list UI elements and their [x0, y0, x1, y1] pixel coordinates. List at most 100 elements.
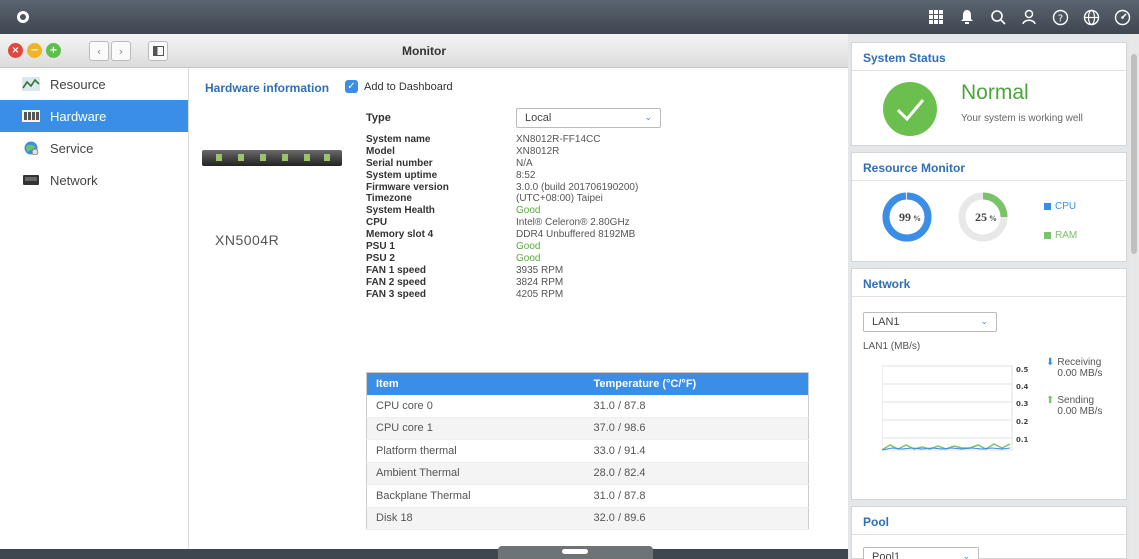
sending-value: 0.00 MB/s: [1057, 406, 1103, 417]
apps-icon[interactable]: [923, 4, 949, 30]
table-row[interactable]: CPU core 1 37.0 / 98.6: [366, 417, 809, 440]
info-value: (UTC+08:00) Taipei: [516, 193, 603, 205]
type-select[interactable]: Local ⌄: [516, 108, 661, 128]
table-cell-temperature: 31.0 / 87.8: [584, 484, 809, 508]
pool-select[interactable]: Pool1 ⌄: [863, 547, 979, 559]
search-icon[interactable]: [985, 4, 1011, 30]
monitor-window: × − + ‹ › Monitor Resource Hardware Serv…: [0, 34, 848, 559]
info-row: System Health Good: [366, 205, 661, 217]
help-icon[interactable]: ?: [1047, 4, 1073, 30]
cpu-legend-swatch: [1044, 203, 1051, 210]
status-message: Your system is working well: [961, 113, 1083, 124]
device-image: [202, 150, 342, 166]
table-row[interactable]: Platform thermal 33.0 / 91.4: [366, 439, 809, 463]
sidebar-item-label: Resource: [50, 76, 106, 92]
chevron-down-icon: ⌄: [962, 552, 970, 559]
arrow-up-icon: ⬆: [1046, 395, 1055, 406]
user-icon[interactable]: [1016, 4, 1042, 30]
info-value: XN8012R-FF14CC: [516, 134, 601, 145]
tick-label: 0.3: [1016, 400, 1029, 408]
app-logo[interactable]: [10, 4, 36, 30]
dashboard-icon[interactable]: [1109, 4, 1135, 30]
cpu-gauge-unit: %: [913, 214, 921, 223]
info-key: System uptime: [366, 169, 438, 181]
info-key: FAN 1 speed: [366, 264, 427, 276]
sidebar-item-label: Service: [50, 140, 94, 156]
sidebar-item-resource[interactable]: Resource: [0, 68, 188, 100]
info-key: Serial number: [366, 157, 433, 169]
system-status-card: System Status Normal Your system is work…: [851, 42, 1127, 146]
info-value: XN8012R: [516, 145, 560, 157]
info-row: Firmware version 3.0.0 (build 20170619020…: [366, 182, 661, 194]
hardware-panel: Hardware information ✓ Add to Dashboard …: [190, 68, 848, 559]
sending-legend: ⬆ Sending 0.00 MB/s: [1046, 395, 1102, 417]
info-key: System Health: [366, 205, 435, 217]
section-title: Hardware information: [205, 81, 330, 95]
dashboard-scrollbar[interactable]: [1129, 34, 1139, 559]
info-row: Memory slot 4 DDR4 Unbuffered 8192MB: [366, 229, 661, 241]
language-icon[interactable]: [1078, 4, 1104, 30]
info-key: Timezone: [366, 193, 412, 205]
sidebar-item-label: Hardware: [50, 108, 107, 124]
server-icon: [22, 110, 40, 122]
tick-label: 0.4: [1016, 383, 1029, 391]
card-title: Network: [852, 269, 1126, 297]
scrollbar-thumb[interactable]: [1131, 54, 1137, 254]
dock-handle[interactable]: [498, 546, 653, 559]
add-to-dashboard-checkbox[interactable]: ✓ Add to Dashboard: [345, 80, 453, 93]
info-key: Memory slot 4: [366, 229, 434, 241]
network-interface-select[interactable]: LAN1 ⌄: [863, 312, 997, 332]
sidebar: Resource Hardware Service Network: [0, 68, 189, 559]
arrow-down-icon: ⬇: [1046, 357, 1055, 368]
card-title: Pool: [852, 507, 1126, 535]
column-header-item[interactable]: Item: [366, 372, 585, 395]
notification-icon[interactable]: [954, 4, 980, 30]
chevron-down-icon: ⌄: [980, 317, 988, 327]
network-chart: 0.5 0.4 0.3 0.2 0.1: [882, 365, 1029, 451]
table-row[interactable]: CPU core 0 31.0 / 87.8: [366, 394, 809, 418]
chart-icon: [22, 77, 40, 91]
temperature-table: Item Temperature (°C/°F) CPU core 0 31.0 …: [366, 372, 809, 530]
receiving-label: Receiving: [1057, 357, 1102, 368]
info-row: PSU 2 Good: [366, 253, 661, 265]
table-row[interactable]: Ambient Thermal 28.0 / 82.4: [366, 462, 809, 485]
table-cell-temperature: 32.0 / 89.6: [584, 507, 809, 530]
info-key: Model: [366, 145, 395, 157]
info-value: 3824 RPM: [516, 276, 564, 288]
cpu-legend: CPU: [1044, 201, 1076, 212]
table-cell-item: CPU core 1: [366, 417, 585, 440]
info-key: FAN 3 speed: [366, 288, 427, 300]
chevron-down-icon: ⌄: [644, 113, 652, 123]
info-key: PSU 1: [366, 241, 395, 253]
table-cell-item: CPU core 0: [366, 394, 585, 418]
ram-gauge-value: 25: [975, 210, 987, 224]
table-row[interactable]: Backplane Thermal 31.0 / 87.8: [366, 484, 809, 508]
checkmark-icon: ✓: [345, 80, 358, 93]
pool-select-value: Pool1: [872, 551, 901, 559]
info-row: Timezone (UTC+08:00) Taipei: [366, 193, 661, 205]
table-row[interactable]: Disk 18 32.0 / 89.6: [366, 507, 809, 530]
sidebar-item-service[interactable]: Service: [0, 132, 188, 164]
info-row: System name XN8012R-FF14CC: [366, 134, 661, 146]
receiving-legend: ⬇ Receiving 0.00 MB/s: [1046, 357, 1102, 379]
info-value: Good: [516, 205, 541, 217]
table-header-row: Item Temperature (°C/°F): [366, 372, 809, 395]
resource-monitor-card: Resource Monitor 99 % 25 % CPU RAM: [851, 152, 1127, 262]
info-key: Firmware version: [366, 181, 449, 193]
svg-text:?: ?: [1057, 13, 1062, 24]
network-interface-value: LAN1: [872, 316, 900, 328]
sidebar-item-hardware[interactable]: Hardware: [0, 100, 188, 132]
ram-legend-label: RAM: [1055, 230, 1078, 241]
info-value: 3.0.0 (build 201706190200): [516, 181, 639, 193]
sidebar-item-network[interactable]: Network: [0, 164, 188, 196]
ram-gauge: 25 %: [958, 192, 1008, 242]
info-value: 3935 RPM: [516, 264, 564, 276]
info-value: Good: [516, 252, 541, 264]
cpu-gauge-value: 99: [899, 210, 911, 224]
pool-card: Pool Pool1 ⌄: [851, 506, 1127, 559]
column-header-temperature[interactable]: Temperature (°C/°F): [584, 372, 809, 395]
network-unit-label: LAN1 (MB/s): [863, 341, 921, 352]
type-label: Type: [366, 112, 391, 124]
window-titlebar: × − + ‹ › Monitor: [0, 34, 848, 68]
window-title: Monitor: [402, 44, 446, 58]
